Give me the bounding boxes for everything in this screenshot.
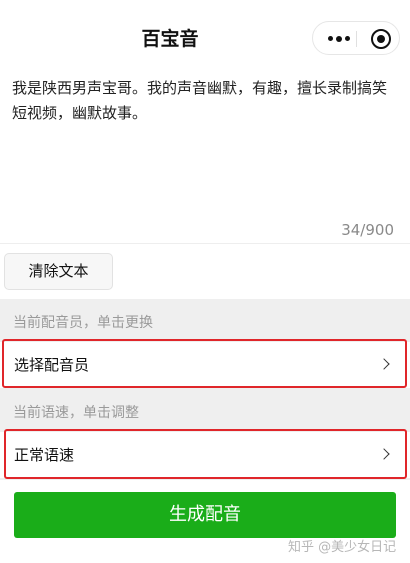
capsule-divider (356, 31, 357, 47)
select-speed-label: 正常语速 (14, 446, 75, 464)
script-text-editor[interactable]: 我是陕西男声宝哥。我的声音幽默，有趣，擅长录制搞笑短视频，幽默故事。 34/90… (0, 72, 410, 244)
speed-hint: 当前语速，单击调整 (13, 405, 139, 421)
page-title: 百宝音 (141, 28, 199, 50)
more-icon[interactable] (328, 35, 350, 42)
chevron-right-icon (378, 358, 390, 370)
select-voice-row[interactable]: 选择配音员 (0, 342, 410, 388)
clear-text-button[interactable]: 清除文本 (4, 253, 113, 290)
close-miniprogram-icon[interactable] (371, 29, 391, 49)
script-text[interactable]: 我是陕西男声宝哥。我的声音幽默，有趣，擅长录制搞笑短视频，幽默故事。 (12, 76, 400, 126)
generate-voiceover-button[interactable]: 生成配音 (14, 492, 396, 538)
watermark-text: 知乎 @美少女日记 (288, 540, 397, 555)
select-voice-label: 选择配音员 (14, 356, 90, 374)
editor-divider (0, 243, 410, 244)
chevron-right-icon (378, 448, 390, 460)
char-counter: 34/900 (341, 221, 394, 239)
select-speed-row[interactable]: 正常语速 (0, 432, 410, 478)
miniprogram-capsule (312, 21, 400, 55)
header-bar: 百宝音 (0, 0, 410, 72)
voice-hint: 当前配音员，单击更换 (13, 315, 153, 331)
settings-section: 当前配音员，单击更换 选择配音员 当前语速，单击调整 正常语速 (0, 299, 410, 480)
